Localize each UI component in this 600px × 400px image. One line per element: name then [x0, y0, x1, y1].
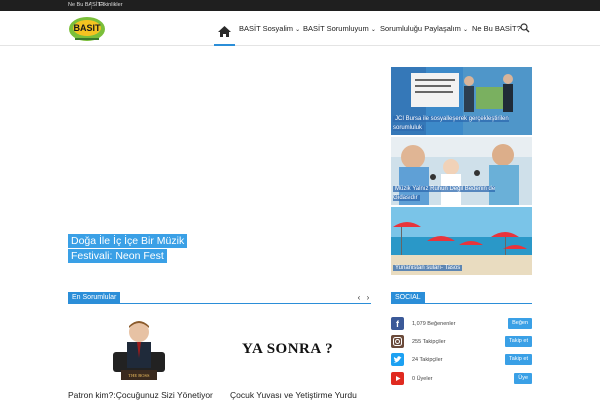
social-row-facebook: f 1,079 Beğenenler Beğen: [391, 317, 532, 331]
social-count: 1,079 Beğenenler: [412, 321, 456, 327]
nav-item-social[interactable]: BASİT Sosyalim ⌄: [239, 24, 300, 35]
top-bar: Ne Bu BASİT? Etkinlikler: [0, 0, 600, 11]
nav-item-label: BASİT Sosyalim: [239, 24, 294, 33]
instagram-icon: [391, 335, 404, 348]
social-row-youtube: 0 Üyeler Üye: [391, 372, 532, 386]
card-title[interactable]: Patron kim?:Çocuğunuz Sizi Yönetiyor: [68, 390, 213, 400]
svg-text:BASIT: BASIT: [74, 23, 102, 33]
nav-item-label: Sorumluluğu Paylaşalım: [380, 24, 461, 33]
facebook-like-button[interactable]: Beğen: [508, 318, 532, 329]
site-logo[interactable]: BASIT: [68, 15, 106, 43]
topbar-separator: [91, 2, 92, 9]
youtube-subscribe-button[interactable]: Üye: [514, 373, 532, 384]
social-row-instagram: 255 Takipçiler Takip et: [391, 335, 532, 349]
social-count: 24 Takipçiler: [412, 357, 443, 363]
chevron-right-icon[interactable]: ›: [364, 293, 372, 302]
instagram-follow-button[interactable]: Takip et: [505, 336, 532, 347]
youtube-icon: [391, 372, 404, 385]
side-post-caption: JCI Bursa ile sosyalleşerek gerçekleştir…: [393, 116, 509, 131]
card-image-boss[interactable]: THE BOSS: [95, 318, 180, 386]
facebook-icon: f: [391, 317, 404, 330]
chevron-down-icon: ⌄: [295, 27, 301, 33]
nav-item-about[interactable]: Ne Bu BASİT?: [472, 24, 521, 34]
twitter-icon: [391, 353, 404, 366]
nav-home[interactable]: [214, 13, 235, 46]
card-title[interactable]: Çocuk Yuvası ve Yetiştirme Yurdu: [230, 390, 357, 400]
chevron-left-icon[interactable]: ‹: [355, 293, 363, 302]
nav-item-share[interactable]: Sorumluluğu Paylaşalım ⌄: [380, 24, 468, 35]
side-post-caption: Yunanistan suları- Tasos: [393, 265, 463, 271]
social-count: 255 Takipçiler: [412, 339, 446, 345]
home-icon: [218, 26, 231, 37]
section-divider: [68, 303, 371, 304]
nav-item-responsible[interactable]: BASİT Sorumluyum ⌄: [303, 24, 376, 35]
twitter-follow-button[interactable]: Takip et: [505, 354, 532, 365]
social-divider: [391, 303, 532, 304]
social-count: 0 Üyeler: [412, 376, 433, 382]
search-icon[interactable]: [520, 23, 530, 33]
chevron-down-icon: ⌄: [462, 27, 468, 33]
side-post-2[interactable]: Müzik Yalnız Ruhun Değil Bedenin de Gıda…: [391, 137, 532, 205]
social-row-twitter: 24 Takipçiler Takip et: [391, 353, 532, 367]
side-post-1[interactable]: JCI Bursa ile sosyalleşerek gerçekleştir…: [391, 67, 532, 135]
topbar-link-events[interactable]: Etkinlikler: [99, 1, 123, 10]
side-post-3[interactable]: Yunanistan suları- Tasos: [391, 207, 532, 275]
chevron-down-icon: ⌄: [370, 27, 376, 33]
slider-title[interactable]: Doğa İle İç İçe Bir Müzik Festivali: Neo…: [68, 234, 198, 264]
card-image-caption: YA SONRA ?: [242, 341, 334, 357]
card-image-later[interactable]: YA SONRA ?: [230, 318, 360, 386]
nav-item-label: BASİT Sorumluyum: [303, 24, 369, 33]
side-post-caption: Müzik Yalnız Ruhun Değil Bedenin de Gıda…: [393, 186, 496, 201]
card-image-caption: THE BOSS: [128, 373, 150, 378]
